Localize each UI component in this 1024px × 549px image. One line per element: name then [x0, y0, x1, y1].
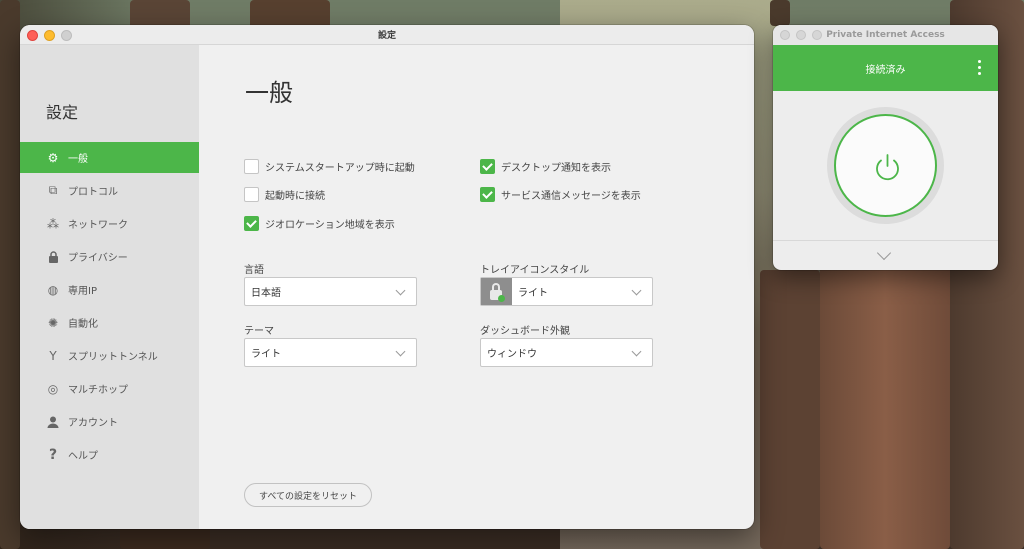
close-button[interactable] — [780, 30, 790, 40]
general-settings-panel: 一般 システムスタートアップ時に起動 起動時に接続 ジオロケーション地域を表示 … — [199, 45, 754, 529]
dashboard-appearance-value: ウィンドウ — [487, 349, 537, 360]
network-icon: ⁂ — [47, 216, 59, 231]
desktop-notify-option[interactable]: デスクトップ通知を表示 — [480, 159, 611, 174]
sidebar-item-general[interactable]: ⚙ 一般 — [20, 142, 199, 173]
sidebar-item-label: 一般 — [68, 154, 88, 165]
reset-all-settings-button[interactable]: すべての設定をリセット — [244, 483, 373, 507]
settings-window: 設定 設定 ⚙ 一般 ⧉ プロトコル ⁂ ネットワーク プライバシー ◍ 専用I… — [20, 25, 754, 529]
power-icon — [876, 154, 899, 181]
zoom-button[interactable] — [61, 30, 72, 41]
page-title: 一般 — [245, 79, 293, 107]
window-controls — [27, 30, 72, 41]
settings-titlebar[interactable]: 設定 — [20, 25, 754, 45]
service-messages-label: サービス通信メッセージを表示 — [501, 191, 641, 202]
sidebar-item-network[interactable]: ⁂ ネットワーク — [20, 208, 199, 239]
sidebar-nav: ⚙ 一般 ⧉ プロトコル ⁂ ネットワーク プライバシー ◍ 専用IP ✺ 自動… — [20, 142, 199, 472]
geo-regions-checkbox[interactable] — [244, 216, 259, 231]
sidebar-item-multihop[interactable]: ◎ マルチホップ — [20, 373, 199, 404]
sidebar-item-label: マルチホップ — [68, 385, 128, 396]
language-label: 言語 — [244, 265, 264, 276]
user-icon — [46, 415, 60, 429]
pia-window-title: Private Internet Access — [826, 30, 945, 40]
geo-regions-option[interactable]: ジオロケーション地域を表示 — [244, 216, 395, 231]
power-button-ring — [827, 107, 944, 224]
sidebar-title: 設定 — [46, 103, 79, 122]
power-button[interactable] — [834, 114, 937, 217]
protocol-icon: ⧉ — [48, 183, 58, 197]
close-button[interactable] — [27, 30, 38, 41]
chevron-down-icon — [631, 285, 642, 296]
globe-icon: ◍ — [47, 282, 59, 297]
sidebar-item-protocol[interactable]: ⧉ プロトコル — [20, 175, 199, 206]
theme-label: テーマ — [244, 326, 274, 337]
chevron-down-icon — [395, 346, 406, 357]
language-value: 日本語 — [251, 288, 281, 299]
expand-panel[interactable] — [773, 240, 998, 270]
theme-select[interactable]: ライト — [244, 338, 417, 367]
split-icon: Y — [49, 348, 57, 363]
chevron-down-icon — [876, 245, 892, 261]
connection-status-bar: 接続済み — [773, 45, 998, 91]
service-messages-option[interactable]: サービス通信メッセージを表示 — [480, 187, 641, 202]
dashboard-appearance-label: ダッシュボード外観 — [480, 326, 570, 337]
tray-lock-icon — [481, 278, 512, 305]
sidebar-item-dedicated-ip[interactable]: ◍ 専用IP — [20, 274, 199, 305]
service-messages-checkbox[interactable] — [480, 187, 495, 202]
zoom-button[interactable] — [812, 30, 822, 40]
tree-trunk — [0, 0, 20, 549]
window-controls — [780, 30, 822, 40]
launch-startup-label: システムスタートアップ時に起動 — [265, 163, 415, 174]
launch-startup-checkbox[interactable] — [244, 159, 259, 174]
geo-regions-label: ジオロケーション地域を表示 — [265, 220, 395, 231]
sidebar-item-label: アカウント — [68, 418, 118, 429]
lock-icon — [46, 250, 60, 264]
tree-trunk — [760, 270, 820, 549]
chevron-down-icon — [631, 346, 642, 357]
sidebar-item-label: 自動化 — [68, 319, 98, 330]
connection-status: 接続済み — [865, 64, 906, 76]
help-icon: ? — [48, 446, 58, 463]
sidebar: 設定 ⚙ 一般 ⧉ プロトコル ⁂ ネットワーク プライバシー ◍ 専用IP ✺… — [20, 45, 199, 529]
sidebar-item-account[interactable]: アカウント — [20, 406, 199, 437]
tray-icon-style-value: ライト — [518, 288, 548, 299]
desktop-notify-checkbox[interactable] — [480, 159, 495, 174]
sidebar-item-privacy[interactable]: プライバシー — [20, 241, 199, 272]
pia-titlebar[interactable]: Private Internet Access — [773, 25, 998, 45]
multihop-icon: ◎ — [47, 381, 59, 396]
desktop-notify-label: デスクトップ通知を表示 — [501, 163, 611, 174]
tray-icon-style-label: トレイアイコンスタイル — [480, 265, 590, 276]
tree-trunk — [770, 0, 790, 26]
connect-area — [773, 91, 998, 239]
sidebar-item-label: プロトコル — [68, 187, 118, 198]
dashboard-appearance-select[interactable]: ウィンドウ — [480, 338, 653, 367]
pia-window: Private Internet Access 接続済み — [773, 25, 998, 270]
sidebar-item-label: ヘルプ — [68, 451, 98, 462]
connect-on-launch-option[interactable]: 起動時に接続 — [244, 187, 325, 202]
launch-startup-option[interactable]: システムスタートアップ時に起動 — [244, 159, 415, 174]
chevron-down-icon — [395, 285, 406, 296]
minimize-button[interactable] — [796, 30, 806, 40]
connect-on-launch-label: 起動時に接続 — [265, 191, 325, 202]
bulb-icon: ✺ — [47, 315, 59, 330]
tree-trunk — [820, 260, 950, 549]
connect-on-launch-checkbox[interactable] — [244, 187, 259, 202]
sidebar-item-help[interactable]: ? ヘルプ — [20, 439, 199, 470]
sidebar-item-split-tunnel[interactable]: Y スプリットトンネル — [20, 340, 199, 371]
minimize-button[interactable] — [44, 30, 55, 41]
language-select[interactable]: 日本語 — [244, 277, 417, 306]
sidebar-item-automation[interactable]: ✺ 自動化 — [20, 307, 199, 338]
theme-value: ライト — [251, 349, 281, 360]
sidebar-item-label: 専用IP — [68, 286, 97, 297]
window-title: 設定 — [377, 31, 396, 41]
gear-icon: ⚙ — [47, 150, 59, 165]
sidebar-item-label: ネットワーク — [68, 220, 128, 231]
menu-kebab-icon[interactable] — [978, 60, 981, 75]
sidebar-item-label: スプリットトンネル — [68, 352, 158, 363]
sidebar-item-label: プライバシー — [68, 253, 128, 264]
tray-icon-style-select[interactable]: ライト — [480, 277, 653, 306]
